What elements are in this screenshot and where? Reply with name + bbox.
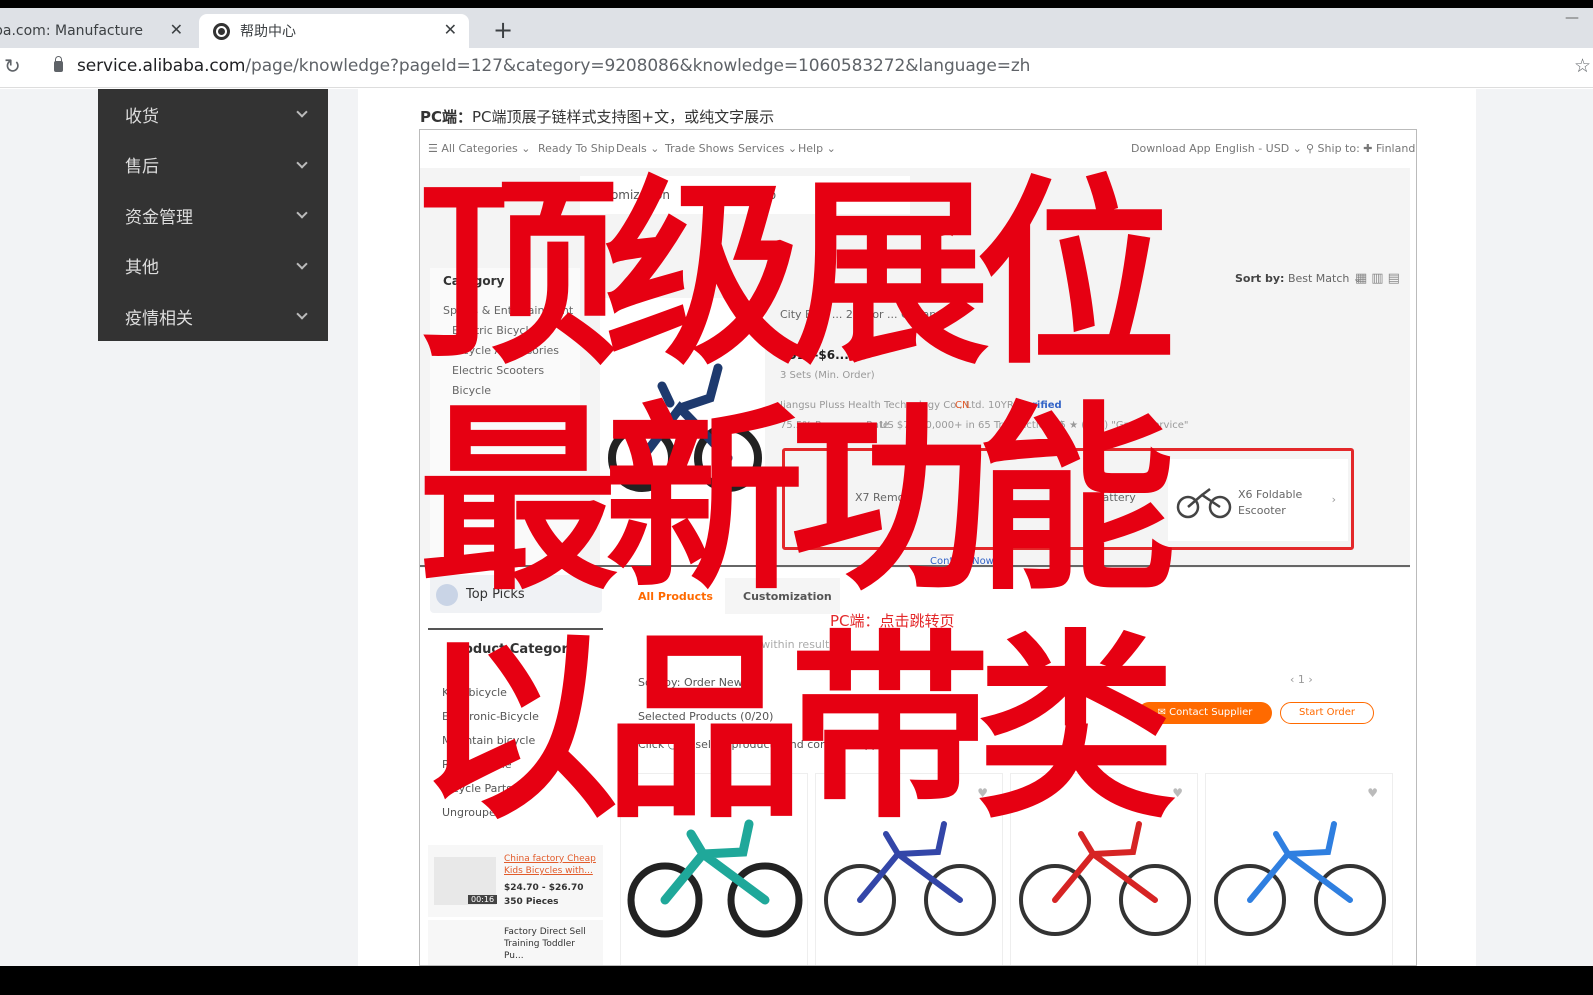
pc-caption: PC端：PC端顶展子链样式支持图+文，或纯文字展示 [420,106,774,127]
scooter-icon [1176,488,1232,519]
bike-image [1214,821,1386,936]
nav-ready-to-ship: Ready To Ship [538,142,615,155]
video-duration: 00:16 [468,895,498,904]
pager[interactable]: ‹ 1 › [1290,673,1313,686]
nav-language: English - USD ⌄ [1215,142,1302,155]
sidebar-item-label: 其他 [125,258,159,279]
close-icon[interactable]: ✕ [444,20,457,39]
chevron-down-icon [296,207,308,219]
caption-bold: PC端： [420,108,473,126]
nav-trade-shows: Trade Shows [665,142,735,155]
nav-deals: Deals ⌄ [616,142,660,155]
overlay-line-3: 以品带类 [418,613,1176,846]
chevron-down-icon [296,308,308,320]
sidebar-item-receiving[interactable]: 收货 [98,89,328,140]
browser-window: ba.com: Manufacturers, S ✕ 帮助中心 ✕ + — ↻ … [0,8,1593,966]
url-host: service.alibaba.com [77,56,246,76]
star-icon[interactable]: ☆ [1574,55,1591,77]
chevron-down-icon [296,106,308,118]
overlay-line-1: 顶级展位 [418,159,1176,392]
sidebar-item-label: 售后 [125,157,159,178]
tab-alibaba[interactable]: ba.com: Manufacturers, S ✕ [0,14,195,48]
nav-download-app: Download App [1131,142,1211,155]
reload-icon[interactable]: ↻ [4,54,21,78]
close-icon[interactable]: ✕ [170,20,183,39]
favicon-icon [213,22,230,40]
minimize-icon[interactable]: — [1565,10,1579,26]
address-bar[interactable]: service.alibaba.com/page/knowledge?pageI… [77,56,1030,76]
sidebar-item-other[interactable]: 其他 [98,241,328,292]
heart-icon[interactable]: ♥ [1367,786,1378,800]
url-path: /page/knowledge?pageId=127&category=9208… [245,56,1031,76]
new-tab-button[interactable]: + [493,16,513,44]
sidebar-item-label: 资金管理 [125,207,193,228]
sidebar-item-epidemic[interactable]: 疫情相关 [98,291,328,342]
tab-title: 帮助中心 [240,24,296,40]
chevron-down-icon [296,156,308,169]
nav-help: Help ⌄ [798,142,836,155]
mini-card-price: $24.70 - $26.70 [504,883,584,893]
sidebar-item-label: 收货 [125,106,159,127]
mini-card-title: China factory Cheap Kids Bicycles with..… [504,854,596,876]
sidebar-item-after-sales[interactable]: 售后 [98,140,328,191]
caption-text: PC端顶展子链样式支持图+文，或纯文字展示 [472,108,775,126]
sort-by: Sort by: Best Match ⌄ [1235,272,1362,285]
tab-help-center[interactable]: 帮助中心 ✕ [199,14,469,48]
start-order-button[interactable]: Start Order [1280,702,1374,724]
mini-product-card[interactable]: Factory Direct Sell Training Toddler Pu.… [428,920,603,965]
sidebar-item-label: 疫情相关 [125,308,193,329]
mini-product-card[interactable]: 00:16 China factory Cheap Kids Bicycles … [428,845,603,917]
product-card[interactable]: ♥ [1205,773,1393,965]
heart-icon[interactable]: ♥ [1172,786,1183,800]
mini-card-moq: 350 Pieces [504,897,559,907]
tab-title: ba.com: Manufacturers, S [0,23,144,39]
nav-all-categories: ☰ All Categories ⌄ [428,142,531,155]
overlay-line-2: 最新功能 [418,385,1176,618]
mini-card-title: Factory Direct Sell Training Toddler Pu.… [504,927,586,961]
sub-link-card[interactable]: X6 Foldable Escooter › [1168,459,1348,541]
sidebar-item-funds[interactable]: 资金管理 [98,190,328,241]
sort-by-label: Sort by: [1235,272,1285,285]
letterbox-bar [0,966,1593,995]
tab-bar: ba.com: Manufacturers, S ✕ 帮助中心 ✕ + — [0,8,1593,48]
chevron-down-icon [296,257,308,270]
address-bar-row: ↻ service.alibaba.com/page/knowledge?pag… [0,48,1593,88]
nav-ship-to: ⚲ Ship to: ✚ Finland [1306,142,1416,155]
lock-icon[interactable] [54,56,63,72]
sort-by-value: Best Match ⌄ [1287,272,1363,285]
chevron-right-icon: › [1331,493,1336,506]
help-sidebar: 收货 售后 资金管理 其他 疫情相关 [98,89,328,341]
nav-services: Services ⌄ [738,142,798,155]
view-toggle-icons: ▦▥▤ [1355,271,1404,286]
